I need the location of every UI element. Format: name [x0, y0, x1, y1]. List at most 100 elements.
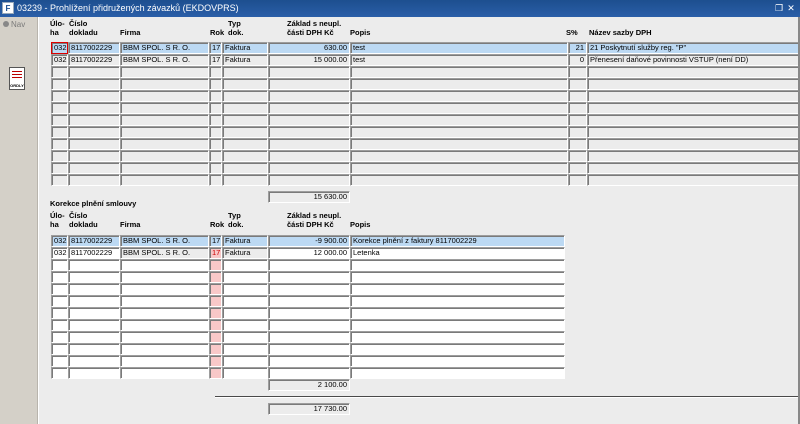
table1-cell-rok[interactable] [209, 162, 222, 174]
table1-cell-zaklad[interactable] [268, 150, 350, 162]
table2-cell-firma[interactable] [120, 355, 209, 367]
table1-cell-nazev[interactable]: Přenesení daňové povinnosti VSTUP (není … [587, 54, 799, 66]
table2-cell-zaklad[interactable] [268, 295, 350, 307]
table1-cell-nazev[interactable] [587, 150, 799, 162]
table1-cell-typ[interactable] [222, 78, 268, 90]
table2-cell-rok[interactable] [209, 367, 222, 379]
table2-cell-firma[interactable] [120, 319, 209, 331]
table1-cell-typ[interactable] [222, 174, 268, 186]
table2-cell-cislo[interactable] [68, 271, 120, 283]
table2-cell-uloha[interactable] [51, 343, 68, 355]
table2-cell-firma[interactable] [120, 283, 209, 295]
table1-cell-sazba[interactable] [568, 162, 587, 174]
table2-cell-zaklad[interactable] [268, 307, 350, 319]
table1-cell-popis[interactable] [350, 90, 568, 102]
table1-cell-firma[interactable] [120, 102, 209, 114]
table2-cell-cislo[interactable]: 8117002229 [68, 247, 120, 259]
table1-cell-popis[interactable] [350, 138, 568, 150]
table1-cell-rok[interactable] [209, 90, 222, 102]
table2-cell-uloha[interactable]: 032 [51, 247, 68, 259]
table1-cell-cislo[interactable] [68, 174, 120, 186]
table1-cell-zaklad[interactable] [268, 66, 350, 78]
table2-cell-cislo[interactable] [68, 259, 120, 271]
table1-cell-zaklad[interactable] [268, 90, 350, 102]
table1-cell-rok[interactable]: 17 [209, 54, 222, 66]
table2-cell-typ[interactable] [222, 271, 268, 283]
table2-cell-popis[interactable]: Korekce plnění z faktury 8117002229 [350, 235, 565, 247]
table1-cell-popis[interactable]: test [350, 54, 568, 66]
table1-cell-popis[interactable] [350, 66, 568, 78]
table1-cell-sazba[interactable] [568, 174, 587, 186]
table2-cell-cislo[interactable]: 8117002229 [68, 235, 120, 247]
table2-cell-typ[interactable]: Faktura [222, 235, 268, 247]
table1-cell-uloha[interactable]: 032 [51, 42, 68, 54]
table1-cell-cislo[interactable] [68, 66, 120, 78]
table1-cell-popis[interactable] [350, 114, 568, 126]
table1-cell-uloha[interactable] [51, 102, 68, 114]
table1-cell-typ[interactable] [222, 66, 268, 78]
table1-cell-nazev[interactable] [587, 138, 799, 150]
table1-cell-sazba[interactable] [568, 150, 587, 162]
table1-cell-sazba[interactable] [568, 102, 587, 114]
table1-cell-rok[interactable] [209, 138, 222, 150]
table2-cell-popis[interactable]: Letenka [350, 247, 565, 259]
table2-cell-cislo[interactable] [68, 343, 120, 355]
table1-cell-firma[interactable] [120, 150, 209, 162]
table2-cell-firma[interactable] [120, 307, 209, 319]
table2-cell-rok[interactable] [209, 307, 222, 319]
table1-cell-sazba[interactable] [568, 90, 587, 102]
table2-cell-zaklad[interactable]: -9 900.00 [268, 235, 350, 247]
table1-cell-sazba[interactable] [568, 78, 587, 90]
table1-cell-firma[interactable] [120, 174, 209, 186]
table1-cell-zaklad[interactable] [268, 102, 350, 114]
table2-cell-rok[interactable] [209, 331, 222, 343]
table1-cell-popis[interactable] [350, 102, 568, 114]
table1-cell-uloha[interactable] [51, 90, 68, 102]
table1-cell-nazev[interactable] [587, 174, 799, 186]
table2-cell-zaklad[interactable]: 12 000.00 [268, 247, 350, 259]
table2-cell-uloha[interactable] [51, 319, 68, 331]
table1-cell-uloha[interactable] [51, 78, 68, 90]
table1-cell-zaklad[interactable] [268, 162, 350, 174]
table1-cell-sazba[interactable] [568, 126, 587, 138]
table2-cell-uloha[interactable] [51, 307, 68, 319]
table2-cell-typ[interactable] [222, 367, 268, 379]
table2-cell-firma[interactable] [120, 295, 209, 307]
table1-cell-firma[interactable] [120, 78, 209, 90]
table2-cell-popis[interactable] [350, 319, 565, 331]
report-button[interactable]: ORDLY [9, 67, 25, 90]
table1-cell-zaklad[interactable] [268, 138, 350, 150]
table1-cell-rok[interactable]: 17 [209, 42, 222, 54]
table1-cell-rok[interactable] [209, 66, 222, 78]
table1-cell-rok[interactable] [209, 126, 222, 138]
table2-cell-uloha[interactable] [51, 283, 68, 295]
table2-cell-popis[interactable] [350, 343, 565, 355]
table2-cell-typ[interactable] [222, 343, 268, 355]
table2-cell-rok[interactable]: 17 [209, 235, 222, 247]
table2-cell-cislo[interactable] [68, 331, 120, 343]
table2-cell-rok[interactable] [209, 283, 222, 295]
table1-cell-firma[interactable] [120, 138, 209, 150]
table1-cell-zaklad[interactable] [268, 126, 350, 138]
table2-cell-rok[interactable] [209, 295, 222, 307]
table2-cell-rok[interactable] [209, 355, 222, 367]
table2-cell-uloha[interactable]: 032 [51, 235, 68, 247]
table1-cell-zaklad[interactable] [268, 114, 350, 126]
table2-cell-typ[interactable] [222, 331, 268, 343]
table1-cell-nazev[interactable] [587, 78, 799, 90]
table1-cell-nazev[interactable]: 21 Poskytnutí služby reg. "P" [587, 42, 799, 54]
table1-cell-uloha[interactable] [51, 174, 68, 186]
table1-cell-uloha[interactable] [51, 114, 68, 126]
table2-cell-typ[interactable] [222, 283, 268, 295]
table2-cell-rok[interactable] [209, 343, 222, 355]
table1-cell-typ[interactable]: Faktura [222, 42, 268, 54]
table1-cell-typ[interactable] [222, 150, 268, 162]
table1-cell-cislo[interactable] [68, 138, 120, 150]
table2-cell-popis[interactable] [350, 367, 565, 379]
table2-cell-firma[interactable] [120, 259, 209, 271]
table1-cell-zaklad[interactable]: 15 000.00 [268, 54, 350, 66]
table2-cell-popis[interactable] [350, 331, 565, 343]
table1-cell-zaklad[interactable]: 630.00 [268, 42, 350, 54]
table1-cell-nazev[interactable] [587, 66, 799, 78]
table2-cell-zaklad[interactable] [268, 319, 350, 331]
